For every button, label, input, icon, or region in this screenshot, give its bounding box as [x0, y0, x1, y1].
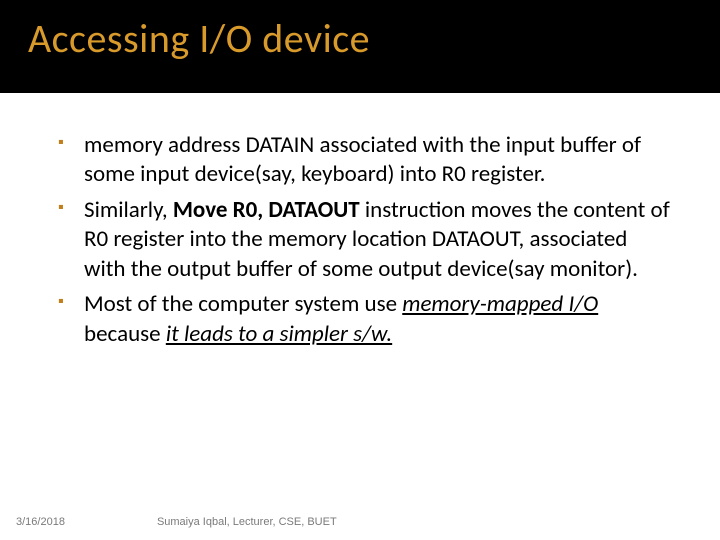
- footer: 3/16/2018 Sumaiya Iqbal, Lecturer, CSE, …: [0, 516, 720, 528]
- footer-date: 3/16/2018: [16, 516, 65, 528]
- bullet-bold: Move R0, DATAOUT: [173, 196, 360, 224]
- bullet-text: because: [84, 320, 166, 348]
- list-item: memory address DATAIN associated with th…: [58, 131, 672, 190]
- content-area: memory address DATAIN associated with th…: [0, 93, 720, 349]
- footer-author: Sumaiya Iqbal, Lecturer, CSE, BUET: [157, 516, 337, 528]
- list-item: Most of the computer system use memory-m…: [58, 290, 672, 349]
- title-band: Accessing I/O device: [0, 0, 720, 93]
- slide-title: Accessing I/O device: [28, 14, 692, 63]
- bullet-emphasis: memory-mapped I/O: [402, 290, 598, 318]
- slide: Accessing I/O device memory address DATA…: [0, 0, 720, 540]
- bullet-text: Most of the computer system use: [84, 290, 402, 318]
- bullet-emphasis: it leads to a simpler s/w.: [166, 320, 392, 348]
- bullet-text: memory address DATAIN associated with th…: [84, 131, 641, 188]
- bullet-text: Similarly,: [84, 196, 173, 224]
- bullet-list: memory address DATAIN associated with th…: [58, 131, 672, 349]
- list-item: Similarly, Move R0, DATAOUT instruction …: [58, 196, 672, 284]
